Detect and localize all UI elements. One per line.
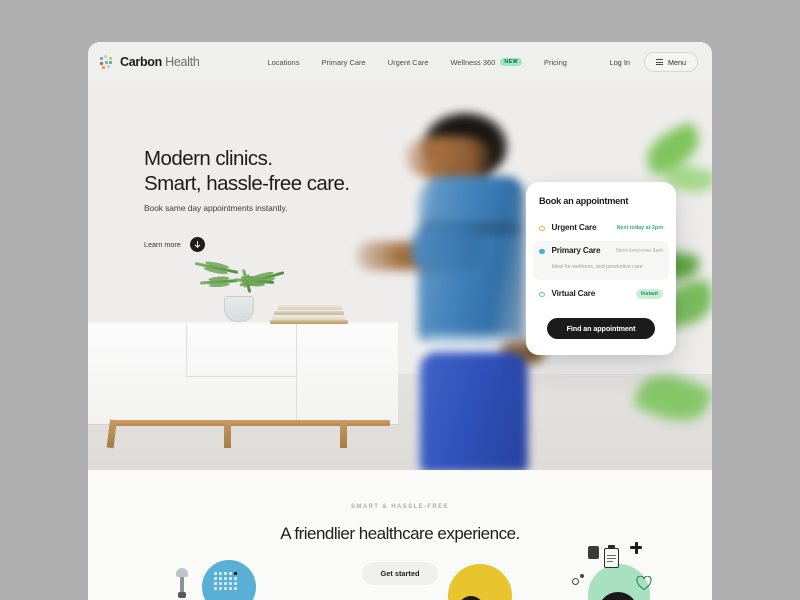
nav-label: Urgent Care (387, 57, 429, 67)
carbon-dots-logo-icon (100, 55, 115, 69)
pill-icon (572, 578, 579, 585)
care-option-name: Primary Care (551, 246, 601, 255)
hero-heading-line-2: Smart, hassle-free care. (144, 172, 350, 195)
hamburger-icon (656, 58, 664, 66)
care-option-meta: Next today at 2pm (616, 224, 663, 231)
care-option-primary-care[interactable]: Primary Care Next tomorrow 8am Ideal for… (533, 241, 669, 280)
nav-label: Primary Care (321, 57, 366, 67)
learn-more-label: Learn more (144, 240, 181, 249)
dot-icon (580, 574, 584, 578)
nav-item-wellness-360[interactable]: Wellness 360 NEW (451, 58, 522, 67)
sideboard-leg (224, 420, 231, 448)
sideboard-leg (340, 420, 347, 448)
stethoscope-base (178, 592, 186, 598)
glass-vase (224, 296, 254, 322)
care-option-name: Urgent Care (551, 223, 597, 232)
nav-item-primary-care[interactable]: Primary Care (322, 58, 366, 67)
calendar-grid-icon (214, 572, 238, 591)
brand-logo[interactable]: Carbon Health (100, 55, 200, 69)
health-records-illustration (548, 541, 688, 600)
heart-icon (636, 576, 652, 591)
learn-more-button[interactable]: Learn more (144, 237, 205, 252)
illustration-circle (448, 564, 512, 600)
hero-heading-line-1: Modern clinics. (144, 147, 273, 170)
plus-icon-vertical (634, 541, 638, 554)
care-option-description: Ideal for wellness, and preventive care (551, 264, 643, 270)
nav-item-locations[interactable]: Locations (267, 58, 299, 67)
yellow-circle-illustration (436, 552, 526, 600)
person-blue-pants (420, 352, 528, 470)
booking-card-title: Book an appointment (539, 196, 629, 206)
section-eyebrow: SMART & HASSLE-FREE (351, 504, 449, 510)
care-option-meta: Next tomorrow 8am (615, 247, 663, 254)
hero-heading: Modern clinics. Smart, hassle-free care. (144, 146, 350, 196)
header-actions: Log In Menu (609, 52, 698, 72)
main-navigation: Locations Primary Care Urgent Care Welln… (267, 58, 566, 67)
section-heading: A friendlier healthcare experience. (280, 524, 520, 543)
clipboard-clip (608, 545, 615, 549)
find-appointment-button[interactable]: Find an appointment (547, 317, 655, 339)
care-option-dot (539, 225, 545, 231)
nav-label: Wellness 360 (450, 57, 496, 67)
hero-copy: Modern clinics. Smart, hassle-free care.… (144, 146, 350, 252)
care-option-dot (539, 291, 545, 297)
medical-bag-icon (588, 546, 599, 559)
menu-button[interactable]: Menu (644, 52, 698, 72)
appointment-calendar-illustration (162, 550, 292, 600)
hero-subheading: Book same day appointments instantly. (144, 203, 288, 213)
hero-section: Modern clinics. Smart, hassle-free care.… (88, 82, 712, 470)
care-option-instant-badge: Instant (635, 289, 663, 299)
sideboard-base-rail (110, 420, 390, 426)
person-sleeve (412, 226, 482, 272)
nav-label: Locations (267, 57, 300, 67)
arrow-down-circle-icon (189, 237, 205, 252)
nav-item-urgent-care[interactable]: Urgent Care (388, 58, 429, 67)
nav-item-pricing[interactable]: Pricing (544, 58, 567, 67)
nav-badge-new: NEW (500, 57, 522, 67)
get-started-button[interactable]: Get started (362, 562, 438, 585)
site-header: Carbon Health Locations Primary Care Urg… (88, 42, 712, 82)
sideboard-furniture (88, 324, 398, 424)
care-option-dot (539, 248, 545, 254)
brand-name: Carbon Health (120, 55, 200, 69)
nav-label: Pricing (543, 57, 567, 67)
care-option-urgent-care[interactable]: Urgent Care Next today at 2pm (533, 218, 669, 237)
booking-card: Book an appointment Urgent Care Next tod… (526, 182, 676, 355)
menu-button-label: Menu (668, 57, 686, 67)
features-section: SMART & HASSLE-FREE A friendlier healthc… (88, 470, 712, 600)
brand-name-bold: Carbon (120, 55, 162, 69)
care-option-name: Virtual Care (551, 289, 596, 299)
stethoscope-bell (176, 568, 188, 577)
browser-page-frame: Carbon Health Locations Primary Care Urg… (88, 42, 712, 600)
care-option-virtual-care[interactable]: Virtual Care Instant (533, 284, 669, 304)
login-link[interactable]: Log In (609, 58, 630, 67)
brand-name-light: Health (165, 55, 200, 69)
